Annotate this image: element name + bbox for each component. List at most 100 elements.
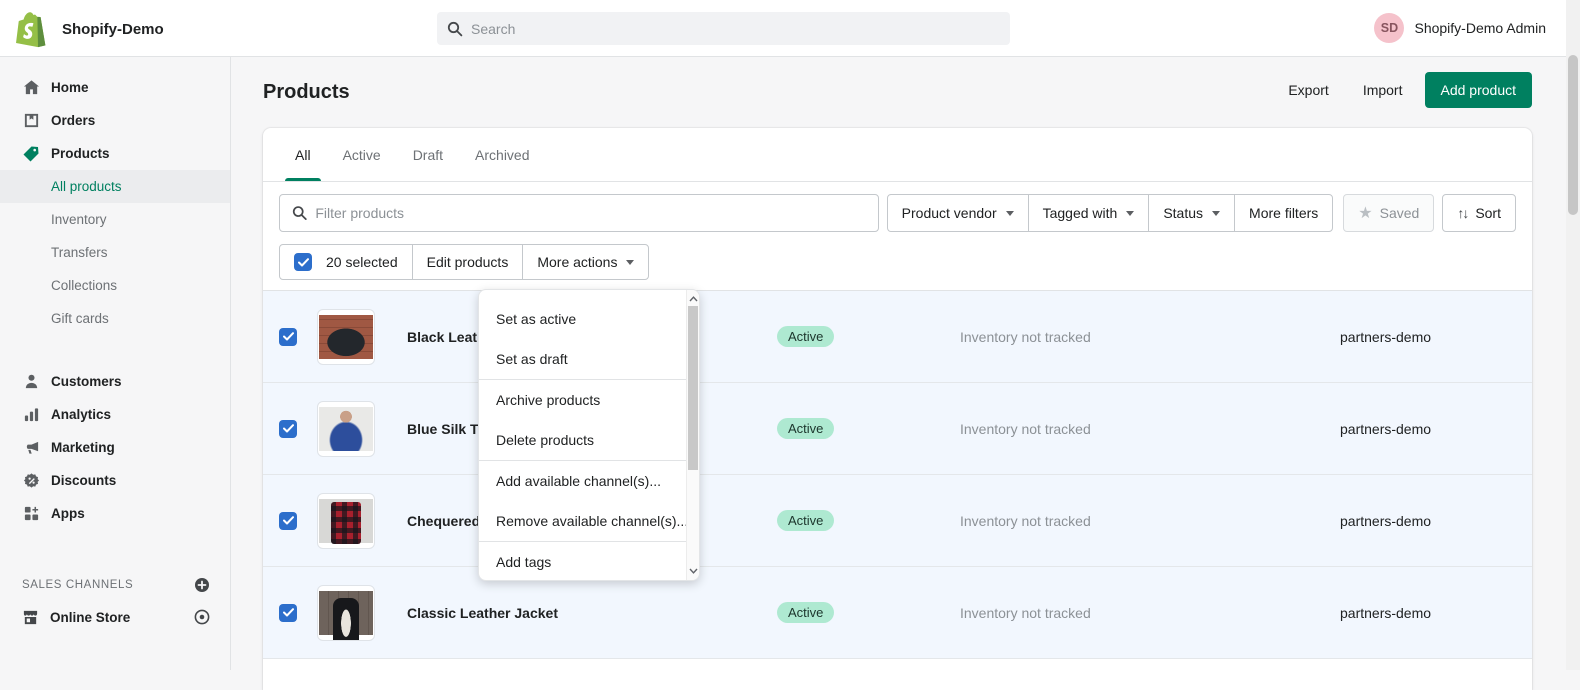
user-menu[interactable]: SD Shopify-Demo Admin [1374, 13, 1546, 43]
sidebar-subitem-collections[interactable]: Collections [0, 269, 230, 302]
tagged-with-filter[interactable]: Tagged with [1028, 194, 1150, 232]
sidebar-item-label: Orders [51, 113, 95, 128]
tab-all[interactable]: All [279, 128, 327, 181]
search-icon [447, 21, 463, 37]
menu-item-delete-products[interactable]: Delete products [479, 420, 686, 460]
page-scrollbar-thumb[interactable] [1568, 55, 1578, 215]
global-search[interactable] [437, 12, 1010, 45]
scroll-up-icon[interactable] [687, 292, 699, 306]
analytics-icon [22, 406, 40, 424]
product-list: Black Leath Active Inventory not tracked… [263, 290, 1532, 659]
selected-count: 20 selected [326, 254, 398, 270]
sidebar-item-orders[interactable]: Orders [0, 104, 230, 137]
user-name: Shopify-Demo Admin [1414, 20, 1546, 36]
storefront-icon [22, 609, 39, 626]
sidebar-item-products[interactable]: Products [0, 137, 230, 170]
marketing-icon [22, 439, 40, 457]
sidebar-subitem-inventory[interactable]: Inventory [0, 203, 230, 236]
import-button[interactable]: Import [1351, 74, 1415, 106]
products-card: All Active Draft Archived Product vendor… [263, 128, 1532, 690]
sales-channels-heading: SALES CHANNELS [22, 579, 133, 591]
orders-icon [22, 112, 40, 130]
sidebar-item-home[interactable]: Home [0, 71, 230, 104]
select-all-button[interactable]: 20 selected [279, 244, 413, 280]
tab-draft[interactable]: Draft [397, 128, 459, 181]
product-vendor: partners-demo [1340, 513, 1532, 529]
page-scrollbar[interactable] [1566, 0, 1580, 670]
product-title[interactable]: Classic Leather Jacket [407, 605, 777, 621]
product-vendor: partners-demo [1340, 421, 1532, 437]
page-title: Products [263, 81, 350, 104]
inventory-status: Inventory not tracked [960, 605, 1340, 621]
product-thumbnail [317, 401, 375, 457]
filter-bar: Product vendor Tagged with Status More f… [263, 182, 1532, 242]
shopify-logo-icon [14, 10, 50, 48]
product-row[interactable]: Chequered Active Inventory not tracked p… [263, 475, 1532, 567]
global-search-input[interactable] [471, 21, 1000, 37]
product-row[interactable]: Blue Silk Tu Active Inventory not tracke… [263, 383, 1532, 475]
status-badge: Active [777, 418, 834, 439]
product-row[interactable]: Black Leath Active Inventory not tracked… [263, 291, 1532, 383]
sidebar-subitem-all-products[interactable]: All products [0, 170, 230, 203]
menu-scrollbar[interactable] [686, 290, 699, 580]
filter-products-input[interactable] [315, 205, 865, 221]
more-filters-button[interactable]: More filters [1234, 194, 1333, 232]
menu-item-remove-available-channels[interactable]: Remove available channel(s)... [479, 501, 686, 541]
store-brand[interactable]: Shopify-Demo [14, 10, 164, 48]
sidebar-subitem-transfers[interactable]: Transfers [0, 236, 230, 269]
more-actions-button[interactable]: More actions [522, 244, 649, 280]
export-button[interactable]: Export [1276, 74, 1340, 106]
sort-button[interactable]: ↑↓ Sort [1442, 194, 1516, 232]
view-store-eye-icon[interactable] [194, 609, 210, 625]
sidebar-item-analytics[interactable]: Analytics [0, 398, 230, 431]
menu-item-set-as-draft[interactable]: Set as draft [479, 339, 686, 379]
menu-item-add-tags[interactable]: Add tags [479, 542, 686, 581]
chevron-down-icon [1126, 211, 1134, 216]
product-vendor: partners-demo [1340, 605, 1532, 621]
apps-icon [22, 505, 40, 523]
scroll-down-icon[interactable] [687, 564, 699, 578]
sidebar-item-apps[interactable]: Apps [0, 497, 230, 530]
tab-active[interactable]: Active [327, 128, 397, 181]
chevron-down-icon [626, 260, 634, 265]
row-checkbox[interactable] [279, 420, 297, 438]
add-channel-icon[interactable] [194, 577, 210, 593]
sidebar-item-marketing[interactable]: Marketing [0, 431, 230, 464]
inventory-status: Inventory not tracked [960, 513, 1340, 529]
status-badge: Active [777, 326, 834, 347]
filter-products-field[interactable] [279, 194, 879, 232]
sort-arrows-icon: ↑↓ [1457, 205, 1467, 221]
sidebar-item-label: Home [51, 80, 89, 95]
row-checkbox[interactable] [279, 512, 297, 530]
home-icon [22, 79, 40, 97]
sidebar-item-online-store[interactable]: Online Store [0, 600, 230, 634]
sidebar-item-discounts[interactable]: Discounts [0, 464, 230, 497]
sidebar-item-customers[interactable]: Customers [0, 365, 230, 398]
sidebar-subitem-gift-cards[interactable]: Gift cards [0, 302, 230, 335]
status-badge: Active [777, 602, 834, 623]
status-filter[interactable]: Status [1148, 194, 1235, 232]
edit-products-button[interactable]: Edit products [412, 244, 524, 280]
add-product-button[interactable]: Add product [1425, 72, 1533, 108]
star-icon: ★ [1358, 203, 1372, 223]
product-vendor-filter[interactable]: Product vendor [887, 194, 1029, 232]
discounts-icon [22, 472, 40, 490]
top-bar: Shopify-Demo SD Shopify-Demo Admin [0, 0, 1580, 57]
select-all-checkbox[interactable] [294, 253, 312, 271]
sidebar-nav: Home Orders Products All products Invent… [0, 57, 231, 670]
filter-button-group: Product vendor Tagged with Status More f… [887, 194, 1334, 232]
main-content: Products Export Import Add product All A… [231, 57, 1580, 670]
chevron-down-icon [1006, 211, 1014, 216]
menu-item-set-as-active[interactable]: Set as active [479, 299, 686, 339]
saved-filters-button[interactable]: ★ Saved [1343, 194, 1434, 232]
row-checkbox[interactable] [279, 328, 297, 346]
menu-item-archive-products[interactable]: Archive products [479, 380, 686, 420]
product-row[interactable]: Classic Leather Jacket Active Inventory … [263, 567, 1532, 659]
bulk-actions-bar: 20 selected Edit products More actions [263, 242, 1532, 290]
tab-archived[interactable]: Archived [459, 128, 545, 181]
menu-item-add-available-channels[interactable]: Add available channel(s)... [479, 461, 686, 501]
row-checkbox[interactable] [279, 604, 297, 622]
customers-icon [22, 373, 40, 391]
menu-scrollbar-thumb[interactable] [688, 306, 698, 470]
store-name: Shopify-Demo [62, 21, 164, 38]
